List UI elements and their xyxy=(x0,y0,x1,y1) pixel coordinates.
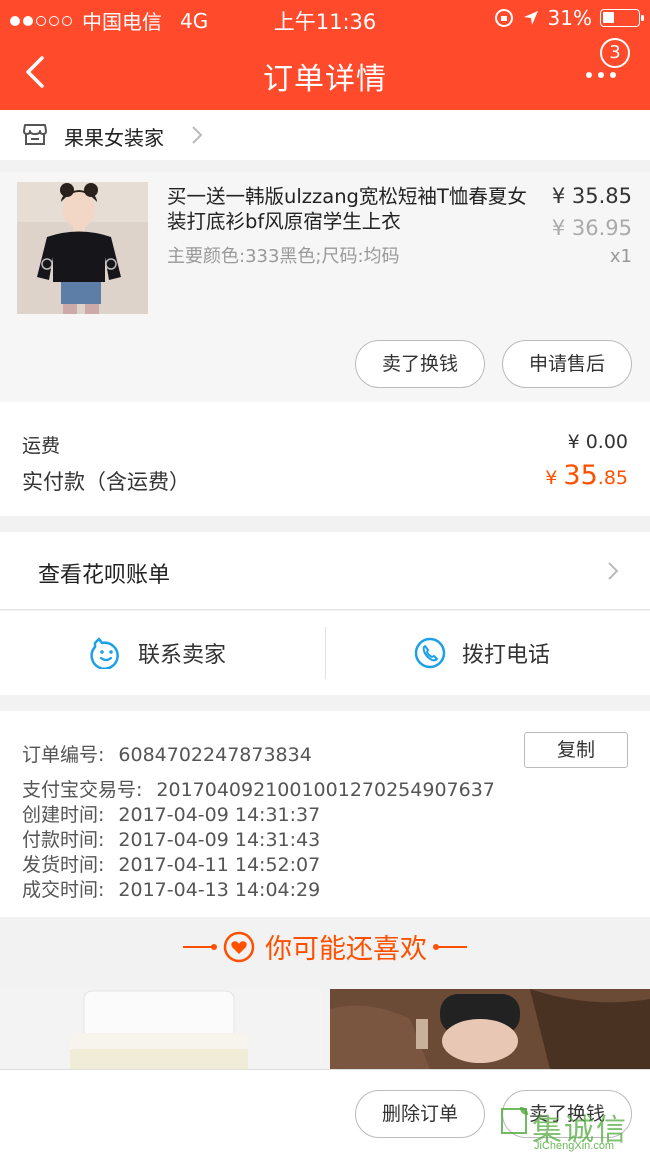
recommend-item-1[interactable] xyxy=(0,989,322,1069)
product-title: 买一送一韩版ulzzang宽松短袖T恤春夏女装打底衫bf风原宿学生上衣 xyxy=(167,185,527,233)
recommend-title: 你可能还喜欢 xyxy=(265,934,427,965)
created-label: 创建时间: xyxy=(22,804,105,826)
paid-row: 付款时间: 2017-04-09 14:31:43 xyxy=(22,825,320,852)
recommend-image-2 xyxy=(330,989,650,1069)
shipped-row: 发货时间: 2017-04-11 14:52:07 xyxy=(22,850,320,877)
delete-order-button[interactable]: 删除订单 xyxy=(355,1090,485,1138)
status-bar: 中国电信 4G 上午11:36 31% xyxy=(0,0,650,36)
product-spec: 主要颜色:333黑色;尺码:均码 xyxy=(167,246,400,267)
more-icon xyxy=(586,72,616,78)
sell-button[interactable]: 卖了换钱 xyxy=(355,340,485,388)
product-original-price: ¥ 36.95 xyxy=(551,216,632,240)
product-card[interactable]: 买一送一韩版ulzzang宽松短袖T恤春夏女装打底衫bf风原宿学生上衣 主要颜色… xyxy=(0,172,650,402)
recommend-header: 你可能还喜欢 xyxy=(0,917,650,989)
order-number-label: 订单编号: xyxy=(22,744,105,766)
alipay-number: 2017040921001001270254907637 xyxy=(156,779,495,801)
watermark-logo: 集诚信 JiChengXin.com xyxy=(500,1105,640,1155)
order-info: 订单编号: 6084702247873834 复制 支付宝交易号: 20170409… xyxy=(0,711,650,917)
order-number-row: 订单编号: 6084702247873834 xyxy=(22,740,312,767)
chevron-right-icon xyxy=(608,562,619,580)
chat-face-icon xyxy=(90,637,119,669)
heart-icon xyxy=(223,931,255,962)
order-number: 6084702247873834 xyxy=(118,744,312,766)
shop-row[interactable]: 果果女装家 xyxy=(0,110,650,160)
watermark-sub: JiChengXin.com xyxy=(534,1140,615,1152)
shop-icon xyxy=(23,124,47,145)
call-phone-label: 拨打电话 xyxy=(462,643,551,668)
shipping-value: ¥ 0.00 xyxy=(567,431,628,453)
chevron-right-icon xyxy=(192,126,203,144)
watermark-icon xyxy=(501,1107,528,1134)
alipay-row: 支付宝交易号: 2017040921001001270254907637 xyxy=(22,775,495,802)
product-image xyxy=(17,182,148,314)
shipped-time: 2017-04-11 14:52:07 xyxy=(118,854,321,876)
total-int: 35 xyxy=(563,460,598,491)
shipped-label: 发货时间: xyxy=(22,854,105,876)
product-price: ¥ 35.85 xyxy=(551,184,632,208)
fee-summary: 运费 ¥ 0.00 实付款（含运费） ¥ 35.85 xyxy=(0,402,650,516)
completed-label: 成交时间: xyxy=(22,879,105,901)
shop-name: 果果女装家 xyxy=(64,126,164,150)
phone-icon xyxy=(414,637,446,669)
alipay-label: 支付宝交易号: xyxy=(22,779,143,801)
orientation-lock-icon xyxy=(494,9,513,27)
notification-badge: 3 xyxy=(600,38,630,68)
nav-bar: 订单详情 3 xyxy=(0,36,650,110)
total-label: 实付款（含运费） xyxy=(22,470,190,494)
battery-icon xyxy=(600,9,644,27)
contact-bar: 联系卖家 拨打电话 xyxy=(0,611,650,695)
total-currency: ¥ xyxy=(545,467,558,489)
paid-label: 付款时间: xyxy=(22,829,105,851)
contact-seller-label: 联系卖家 xyxy=(138,643,227,668)
completed-time: 2017-04-13 14:04:29 xyxy=(118,879,321,901)
more-button[interactable]: 3 xyxy=(584,38,634,96)
total-value: ¥ 35.85 xyxy=(545,460,628,491)
product-quantity: x1 xyxy=(609,246,632,267)
shipping-label: 运费 xyxy=(22,435,61,457)
huabei-bill-row[interactable]: 查看花呗账单 xyxy=(0,532,650,610)
after-sale-button[interactable]: 申请售后 xyxy=(502,340,632,388)
completed-row: 成交时间: 2017-04-13 14:04:29 xyxy=(22,875,320,902)
battery-percent: 31% xyxy=(547,6,592,30)
recommend-image-1 xyxy=(0,989,322,1069)
location-icon xyxy=(523,11,538,25)
call-phone-button[interactable]: 拨打电话 xyxy=(414,611,550,695)
page-title: 订单详情 xyxy=(263,62,387,97)
paid-time: 2017-04-09 14:31:43 xyxy=(118,829,321,851)
created-time: 2017-04-09 14:31:37 xyxy=(118,804,321,826)
total-dec: .85 xyxy=(597,467,628,489)
contact-seller-button[interactable]: 联系卖家 xyxy=(90,611,226,695)
created-row: 创建时间: 2017-04-09 14:31:37 xyxy=(22,800,320,827)
recommend-item-2[interactable] xyxy=(330,989,650,1069)
copy-button[interactable]: 复制 xyxy=(524,732,628,768)
huabei-label: 查看花呗账单 xyxy=(38,563,171,588)
header-bar: 中国电信 4G 上午11:36 31% 订单详情 3 xyxy=(0,0,650,110)
